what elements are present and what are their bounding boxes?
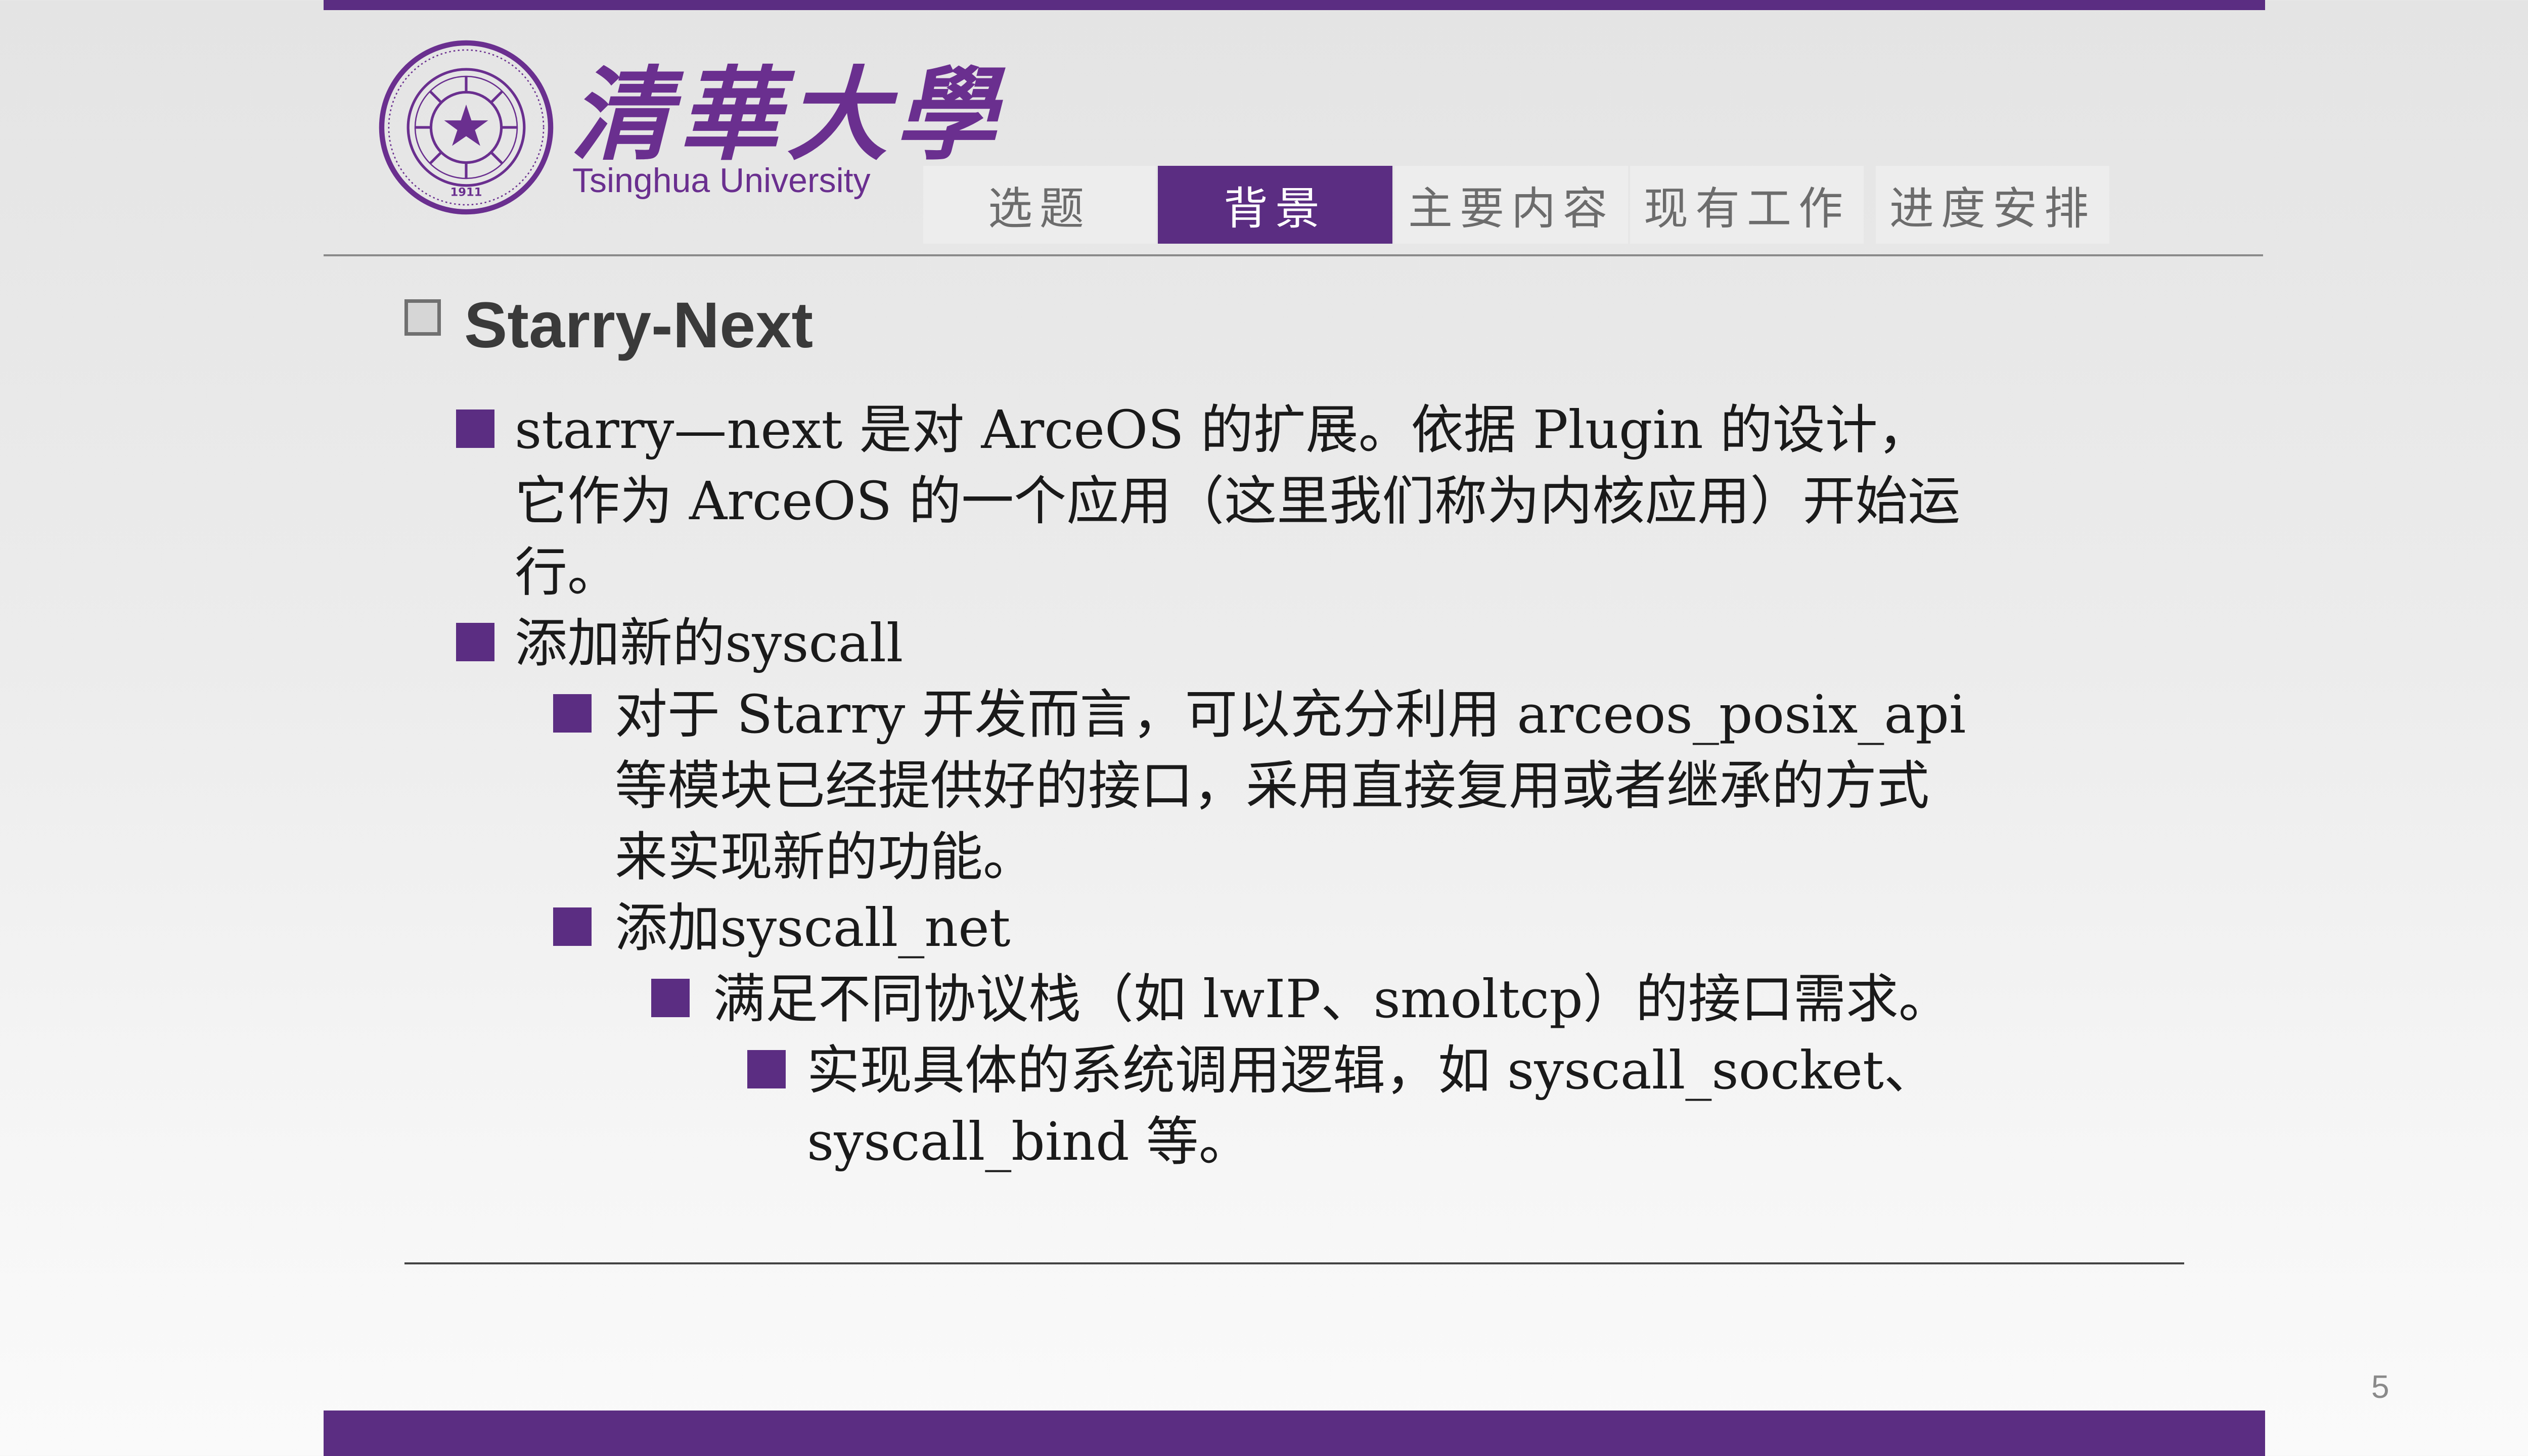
square-bullet-icon [651, 979, 690, 1017]
tab-existing-work[interactable]: 现有工作 [1630, 166, 1864, 244]
square-bullet-icon [456, 410, 494, 448]
top-accent-bar [324, 0, 2265, 10]
bullet-text-continuation: syscall_bind 等。 [807, 1111, 1251, 1172]
bullet-text: 满足不同协议栈（如 lwIP、smoltcp）的接口需求。 [713, 968, 1951, 1030]
bullet-item-add-syscall: 添加新的syscall [456, 608, 1981, 679]
bullet-text: 添加syscall_net [615, 897, 1011, 959]
bullet-item-syscall-logic: 实现具体的系统调用逻辑，如 syscall_socket、 [747, 1035, 1970, 1106]
bullet-text: 实现具体的系统调用逻辑，如 syscall_socket、 [807, 1039, 1936, 1101]
bullet-item-reuse-posix-api: 对于 Starry 开发而言，可以充分利用 arceos_posix_api 等… [553, 679, 1980, 893]
square-bullet-icon [553, 694, 592, 733]
bullet-item-protocol-stacks: 满足不同协议栈（如 lwIP、smoltcp）的接口需求。 [651, 964, 2027, 1035]
slide-title: Starry-Next [464, 289, 814, 361]
square-bullet-icon [456, 623, 494, 661]
university-seal-icon: 1911 [379, 40, 554, 215]
bullet-text: starry—next 是对 ArceOS 的扩展。依据 Plugin 的设计，… [515, 399, 1961, 603]
university-name-cn: 清華大學 [570, 56, 1004, 174]
footer-divider [404, 1262, 2184, 1264]
tab-schedule[interactable]: 进度安排 [1876, 166, 2109, 244]
square-bullet-icon [747, 1050, 786, 1088]
svg-text:1911: 1911 [450, 186, 482, 199]
title-checkbox-icon [404, 299, 441, 336]
university-name-en: Tsinghua University [572, 161, 871, 200]
tab-main-content[interactable]: 主要内容 [1394, 166, 1628, 244]
tab-background[interactable]: 背景 [1158, 166, 1392, 244]
bullet-item-add-syscall-net: 添加syscall_net [553, 892, 1980, 964]
bullet-text: 对于 Starry 开发而言，可以充分利用 arceos_posix_api 等… [615, 684, 1966, 888]
tab-topic[interactable]: 选题 [923, 166, 1156, 244]
square-bullet-icon [553, 907, 592, 946]
tsinghua-logo: 1911 清華大學 Tsinghua University [374, 35, 996, 217]
bullet-text: 添加新的syscall [515, 612, 904, 674]
bottom-accent-bar [324, 1410, 2265, 1456]
bullet-item-starry-next: starry—next 是对 ArceOS 的扩展。依据 Plugin 的设计，… [456, 394, 1981, 608]
page-number: 5 [2371, 1369, 2389, 1405]
header-divider [324, 254, 2263, 256]
